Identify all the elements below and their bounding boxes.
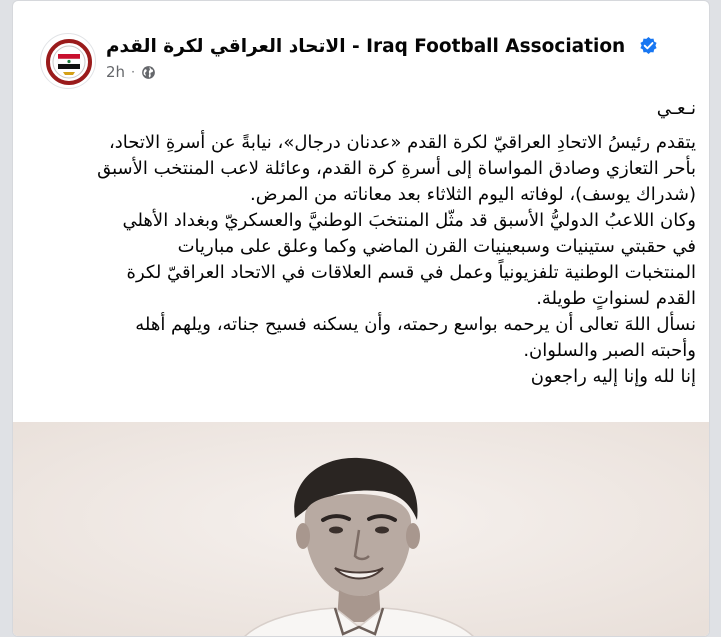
post-text-line: إنا لله وإنا إليه راجعون <box>530 366 696 387</box>
verified-badge-icon <box>640 36 657 55</box>
post-text-line: في حقبتي ستينيات وسبعينيات القرن الماضي … <box>177 236 696 257</box>
post-header: الاتحاد العراقي لكرة القدم - Iraq Footba… <box>40 33 690 93</box>
meta-separator: · <box>131 65 135 79</box>
post-text-line: القدم لسنواتٍ طويلة. <box>536 288 696 309</box>
post-text-line: بأحر التعازي وصادق المواساة إلى أسرةِ كر… <box>97 158 696 179</box>
post-text-line: وكان اللاعبُ الدوليُّ الأسبق قد مثّل الم… <box>122 210 696 231</box>
iraq-fa-logo-icon <box>46 39 92 85</box>
post-text-line: وأحبته الصبر والسلوان. <box>523 340 696 361</box>
post-text-line: نسأل اللهَ تعالى أن يرحمه بواسع رحمته، و… <box>135 314 696 335</box>
page-name-text[interactable]: الاتحاد العراقي لكرة القدم - Iraq Footba… <box>106 36 625 57</box>
page-avatar[interactable] <box>40 33 96 89</box>
post-text: نـعـي يتقدم رئيسُ الاتحادِ العراقيّ لكرة… <box>33 96 696 390</box>
post-photo[interactable] <box>13 422 709 636</box>
post-text-line: (شدراك يوسف)، لوفاته اليوم الثلاثاء بعد … <box>250 184 696 205</box>
globe-icon[interactable] <box>141 65 156 80</box>
post-meta: 2h · <box>106 63 156 81</box>
post-text-line: نـعـي <box>656 98 696 119</box>
player-portrait-image <box>13 422 709 636</box>
post-text-line: المنتخبات الوطنية تلفزيونياً وعمل في قسم… <box>126 262 696 283</box>
page-name[interactable]: الاتحاد العراقي لكرة القدم - Iraq Footba… <box>106 36 658 57</box>
post-card: الاتحاد العراقي لكرة القدم - Iraq Footba… <box>12 0 710 637</box>
post-text-line: يتقدم رئيسُ الاتحادِ العراقيّ لكرة القدم… <box>108 132 696 153</box>
post-timestamp[interactable]: 2h <box>106 63 125 81</box>
